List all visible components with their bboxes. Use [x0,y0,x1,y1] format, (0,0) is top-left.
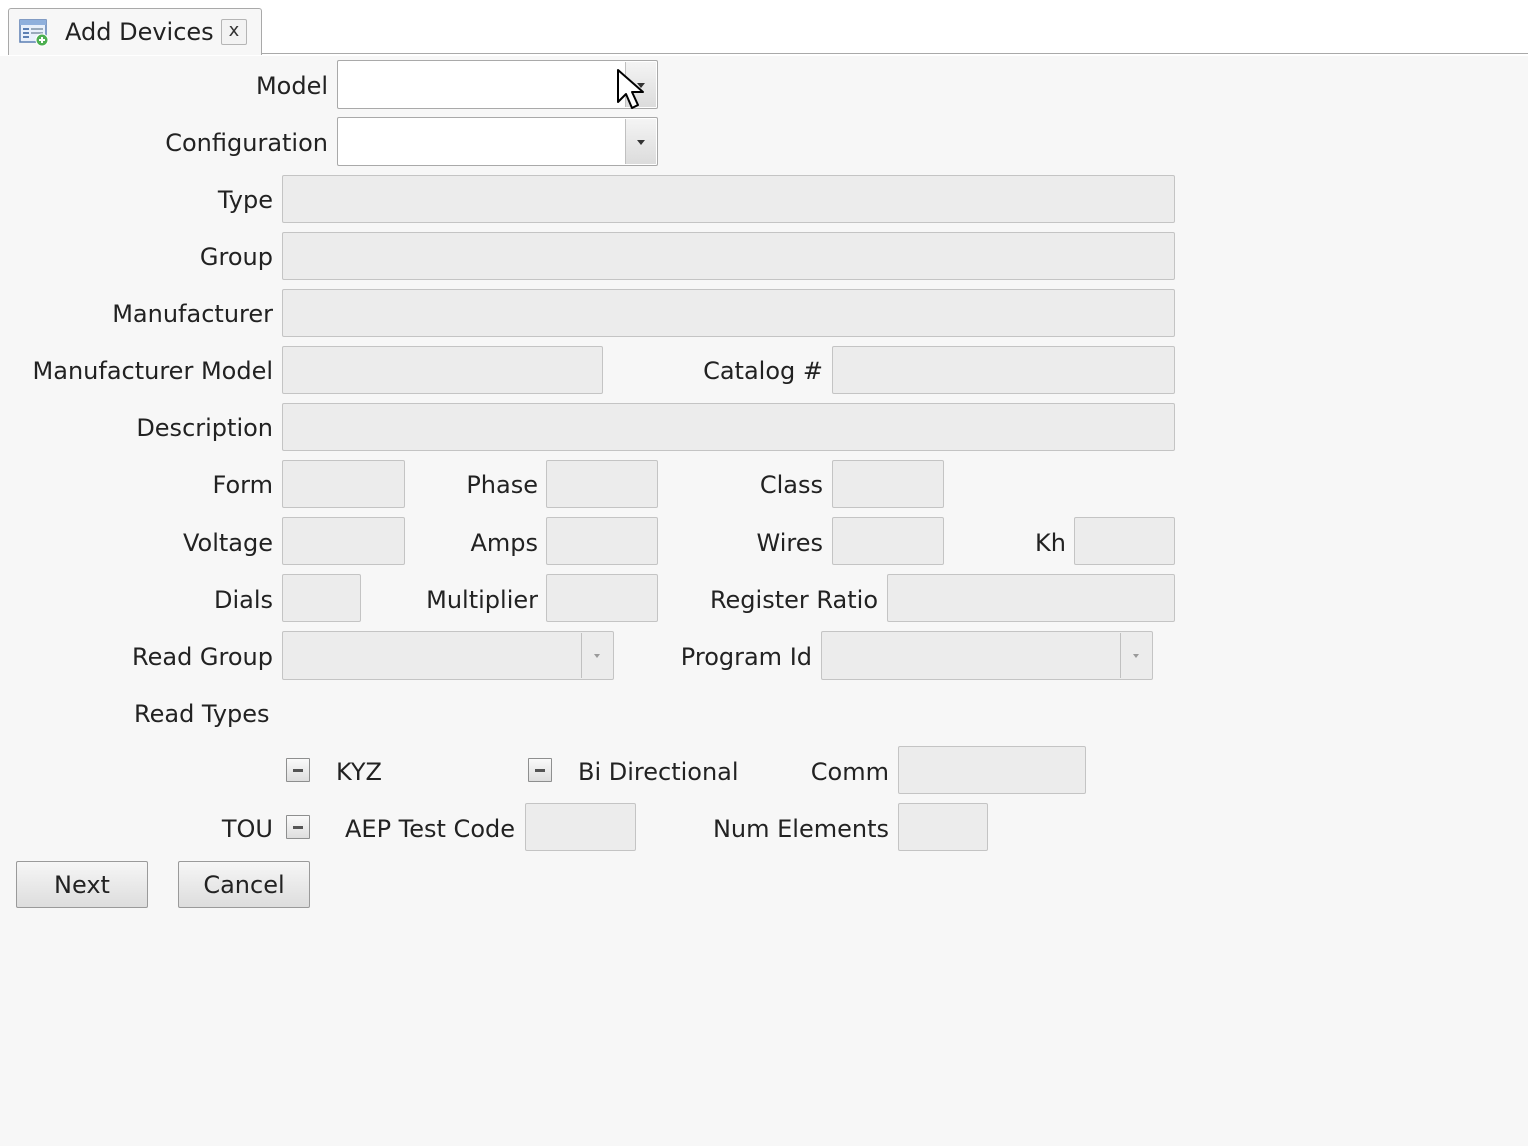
class-field[interactable] [832,460,944,508]
program-id-label: Program Id [680,643,812,671]
bi-directional-checkbox[interactable] [528,758,552,782]
manufacturer-model-field[interactable] [282,346,603,394]
multiplier-field[interactable] [546,574,658,622]
form-label: Form [212,471,273,499]
kyz-checkbox[interactable] [286,758,310,782]
aep-test-code-field[interactable] [525,803,636,851]
configuration-label: Configuration [165,129,328,157]
register-ratio-field[interactable] [887,574,1175,622]
phase-label: Phase [466,471,538,499]
voltage-label: Voltage [182,529,273,557]
tab-strip-divider [262,53,1528,54]
manufacturer-model-label: Manufacturer Model [32,357,273,385]
read-group-combobox[interactable] [282,631,614,680]
manufacturer-field[interactable] [282,289,1175,337]
bi-directional-label[interactable]: Bi Directional [578,758,739,786]
description-label: Description [136,414,273,442]
read-group-label: Read Group [132,643,273,671]
num-elements-field[interactable] [898,803,988,851]
indeterminate-mark-icon [535,769,545,772]
kyz-label[interactable]: KYZ [336,758,382,786]
configuration-dropdown-button[interactable] [625,119,656,164]
amps-label: Amps [470,529,538,557]
comm-field[interactable] [898,746,1086,794]
read-types-heading: Read Types [134,700,270,728]
wires-field[interactable] [832,517,944,565]
chevron-down-icon [637,139,645,145]
register-ratio-label: Register Ratio [709,586,878,614]
indeterminate-mark-icon [293,769,303,772]
chevron-down-icon [1133,653,1139,658]
program-id-dropdown-button[interactable] [1120,633,1151,678]
group-label: Group [199,243,273,271]
form-field[interactable] [282,460,405,508]
tab-title: Add Devices [65,18,214,46]
next-button[interactable]: Next [16,861,148,908]
chevron-down-icon [594,653,600,658]
type-field[interactable] [282,175,1175,223]
model-label: Model [255,72,328,100]
cancel-button[interactable]: Cancel [178,861,310,908]
type-label: Type [217,186,273,214]
wires-label: Wires [756,529,823,557]
multiplier-label: Multiplier [426,586,538,614]
indeterminate-mark-icon [293,826,303,829]
class-label: Class [759,471,823,499]
add-document-icon [19,19,49,47]
dials-field[interactable] [282,574,361,622]
amps-field[interactable] [546,517,658,565]
phase-field[interactable] [546,460,658,508]
dials-label: Dials [213,586,273,614]
catalog-field[interactable] [832,346,1175,394]
tab-add-devices[interactable]: Add Devices x [8,8,262,55]
tou-label[interactable]: TOU [222,815,273,843]
tou-checkbox[interactable] [286,815,310,839]
read-group-dropdown-button[interactable] [581,633,612,678]
configuration-combobox[interactable] [337,117,658,166]
kh-label: Kh [1035,529,1066,557]
catalog-label: Catalog # [703,357,823,385]
description-field[interactable] [282,403,1175,451]
program-id-combobox[interactable] [821,631,1153,680]
voltage-field[interactable] [282,517,405,565]
comm-label: Comm [810,758,889,786]
num-elements-label: Num Elements [712,815,889,843]
manufacturer-label: Manufacturer [112,300,273,328]
aep-test-code-label: AEP Test Code [344,815,515,843]
tab-close-button[interactable]: x [221,19,247,45]
model-combobox[interactable] [337,60,658,109]
group-field[interactable] [282,232,1175,280]
kh-field[interactable] [1074,517,1175,565]
mouse-cursor-icon [617,69,644,109]
